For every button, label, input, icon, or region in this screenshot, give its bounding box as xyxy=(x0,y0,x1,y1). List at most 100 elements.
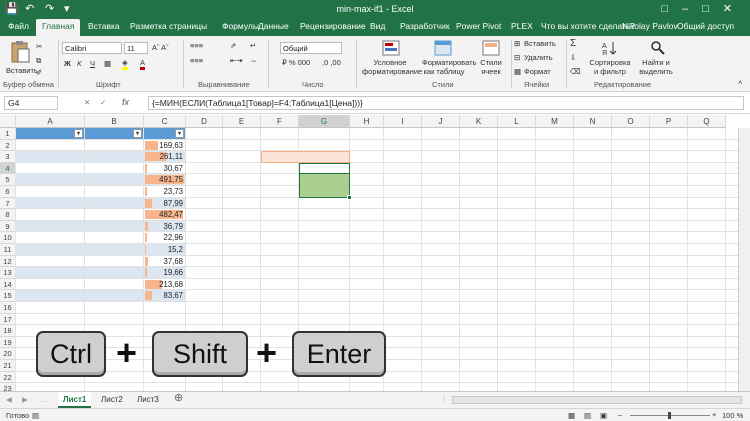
table-cell-supplier[interactable] xyxy=(16,186,85,198)
tab-review[interactable]: Рецензирование xyxy=(300,21,366,31)
more-sheets-icon[interactable]: … xyxy=(40,395,48,404)
insert-cells-icon[interactable]: ⊞ xyxy=(514,39,520,48)
find-select-button[interactable]: Найти и выделить xyxy=(636,58,676,76)
table-cell-supplier[interactable] xyxy=(16,290,85,302)
decimal-icon[interactable]: ,0 ,00 xyxy=(322,58,341,67)
column-header-e[interactable]: E xyxy=(223,115,261,128)
column-header-q[interactable]: Q xyxy=(688,115,726,128)
tab-file[interactable]: Файл xyxy=(8,21,29,31)
fill-icon[interactable]: ⇩ xyxy=(570,53,576,62)
table-cell-supplier[interactable] xyxy=(16,197,85,210)
paste-label[interactable]: Вставить xyxy=(6,66,38,75)
table-cell-product[interactable] xyxy=(85,174,144,186)
tab-power-pivot[interactable]: Power Pivot xyxy=(456,21,501,31)
format-table-button[interactable]: Форматировать как таблицу xyxy=(422,58,476,76)
zoom-in-icon[interactable]: + xyxy=(712,410,716,419)
next-sheet-icon[interactable]: ▶ xyxy=(22,395,28,404)
zoom-level[interactable]: 100 % xyxy=(722,411,743,420)
row-header[interactable]: 6 xyxy=(0,186,16,198)
window-controls[interactable]: □–□✕ xyxy=(661,2,746,15)
column-header-f[interactable]: F xyxy=(261,115,299,128)
row-header[interactable]: 11 xyxy=(0,244,16,256)
insert-cells-button[interactable]: Вставить xyxy=(524,39,556,48)
format-painter-icon[interactable]: ✐ xyxy=(36,68,42,77)
active-cell-g4[interactable] xyxy=(299,162,350,175)
table-cell-product[interactable] xyxy=(85,244,144,256)
tell-me-search[interactable]: Что вы хотите сделать? xyxy=(541,21,635,31)
table-cell-price[interactable]: 261,11 xyxy=(144,151,186,163)
table-cell-supplier[interactable] xyxy=(16,232,85,244)
row-header[interactable]: 8 xyxy=(0,209,16,221)
row-header[interactable]: 3 xyxy=(0,151,16,163)
clear-icon[interactable]: ⌫ xyxy=(570,67,581,76)
table-cell-product[interactable] xyxy=(85,290,144,302)
page-break-view-icon[interactable]: ▣ xyxy=(600,411,607,420)
conditional-format-button[interactable]: Условное форматирование xyxy=(362,58,422,76)
column-header-n[interactable]: N xyxy=(574,115,612,128)
macro-record-icon[interactable]: ▤ xyxy=(32,411,39,420)
conditional-format-icon[interactable] xyxy=(382,40,400,56)
share-button[interactable]: Общий доступ xyxy=(677,21,734,31)
table-cell-product[interactable] xyxy=(85,186,144,198)
merge-center-icon[interactable]: ⇔ xyxy=(250,56,258,65)
format-table-icon[interactable] xyxy=(434,40,452,56)
cut-icon[interactable]: ✂ xyxy=(36,42,42,51)
table-cell-supplier[interactable] xyxy=(16,278,85,291)
row-header[interactable]: 5 xyxy=(0,174,16,186)
add-sheet-icon[interactable]: ⊕ xyxy=(174,393,183,404)
normal-view-icon[interactable]: ▦ xyxy=(568,411,575,420)
cell-styles-icon[interactable] xyxy=(482,40,500,56)
split-handle-icon[interactable]: ⋮ xyxy=(440,394,448,403)
column-header-k[interactable]: K xyxy=(460,115,498,128)
filter-dropdown-icon[interactable]: ▾ xyxy=(74,129,83,138)
collapse-ribbon-icon[interactable]: ˄ xyxy=(738,78,742,87)
table-cell-product[interactable] xyxy=(85,162,144,175)
underline-icon[interactable]: Ч xyxy=(90,59,95,68)
delete-cells-button[interactable]: Удалить xyxy=(524,53,553,62)
tab-page-layout[interactable]: Разметка страницы xyxy=(130,21,207,31)
bold-icon[interactable]: Ж xyxy=(64,59,71,68)
column-header-h[interactable]: H xyxy=(350,115,384,128)
table-cell-product[interactable] xyxy=(85,267,144,279)
formula-input[interactable]: {=МИН(ЕСЛИ(Таблица1[Товар]=F4;Таблица1[Ц… xyxy=(148,96,744,110)
table-cell-price[interactable]: 83,67 xyxy=(144,290,186,302)
delete-cells-icon[interactable]: ⊟ xyxy=(514,53,520,62)
table-cell-price[interactable]: 87,99 xyxy=(144,197,186,210)
sort-filter-button[interactable]: Сортировка и фильтр xyxy=(588,58,632,76)
table-cell-supplier[interactable] xyxy=(16,220,85,233)
table-cell-price[interactable]: 213,68 xyxy=(144,278,186,291)
cancel-icon[interactable]: ✕ xyxy=(84,98,90,107)
paste-icon[interactable] xyxy=(10,40,30,64)
column-header-j[interactable]: J xyxy=(422,115,460,128)
table-header-cell[interactable]: ▾ xyxy=(85,128,144,140)
tab-home[interactable]: Главная xyxy=(36,19,81,36)
row-header[interactable]: 10 xyxy=(0,232,16,244)
table-header-cell[interactable]: ▾ xyxy=(144,128,186,140)
column-header-d[interactable]: D xyxy=(186,115,223,128)
find-select-icon[interactable] xyxy=(650,40,666,56)
summary-item-label[interactable] xyxy=(261,163,299,175)
column-header-o[interactable]: O xyxy=(612,115,650,128)
table-cell-product[interactable] xyxy=(85,139,144,152)
table-cell-price[interactable]: 23,73 xyxy=(144,186,186,198)
prev-sheet-icon[interactable]: ◀ xyxy=(6,395,12,404)
row-header[interactable]: 1 xyxy=(0,128,16,140)
summary-item-label[interactable] xyxy=(261,186,299,198)
column-header-b[interactable]: B xyxy=(85,115,144,128)
sheet-tab-2[interactable]: Лист2 xyxy=(96,392,128,408)
select-all-corner[interactable] xyxy=(0,115,16,128)
tab-developer[interactable]: Разработчик xyxy=(400,21,450,31)
zoom-slider-thumb[interactable] xyxy=(668,412,671,419)
horizontal-scrollbar[interactable] xyxy=(452,396,742,404)
filter-dropdown-icon[interactable]: ▾ xyxy=(133,129,142,138)
table-cell-product[interactable] xyxy=(85,278,144,291)
row-header[interactable]: 14 xyxy=(0,278,16,291)
tab-data[interactable]: Данные xyxy=(258,21,289,31)
enter-icon[interactable]: ✓ xyxy=(100,98,106,107)
zoom-out-icon[interactable]: – xyxy=(618,410,622,419)
row-header[interactable]: 17 xyxy=(0,313,16,326)
name-box[interactable]: G4 xyxy=(4,96,58,110)
table-cell-price[interactable]: 30,67 xyxy=(144,162,186,175)
font-name-combo[interactable]: Calibri xyxy=(62,42,122,54)
copy-icon[interactable]: ⧉ xyxy=(36,56,41,65)
